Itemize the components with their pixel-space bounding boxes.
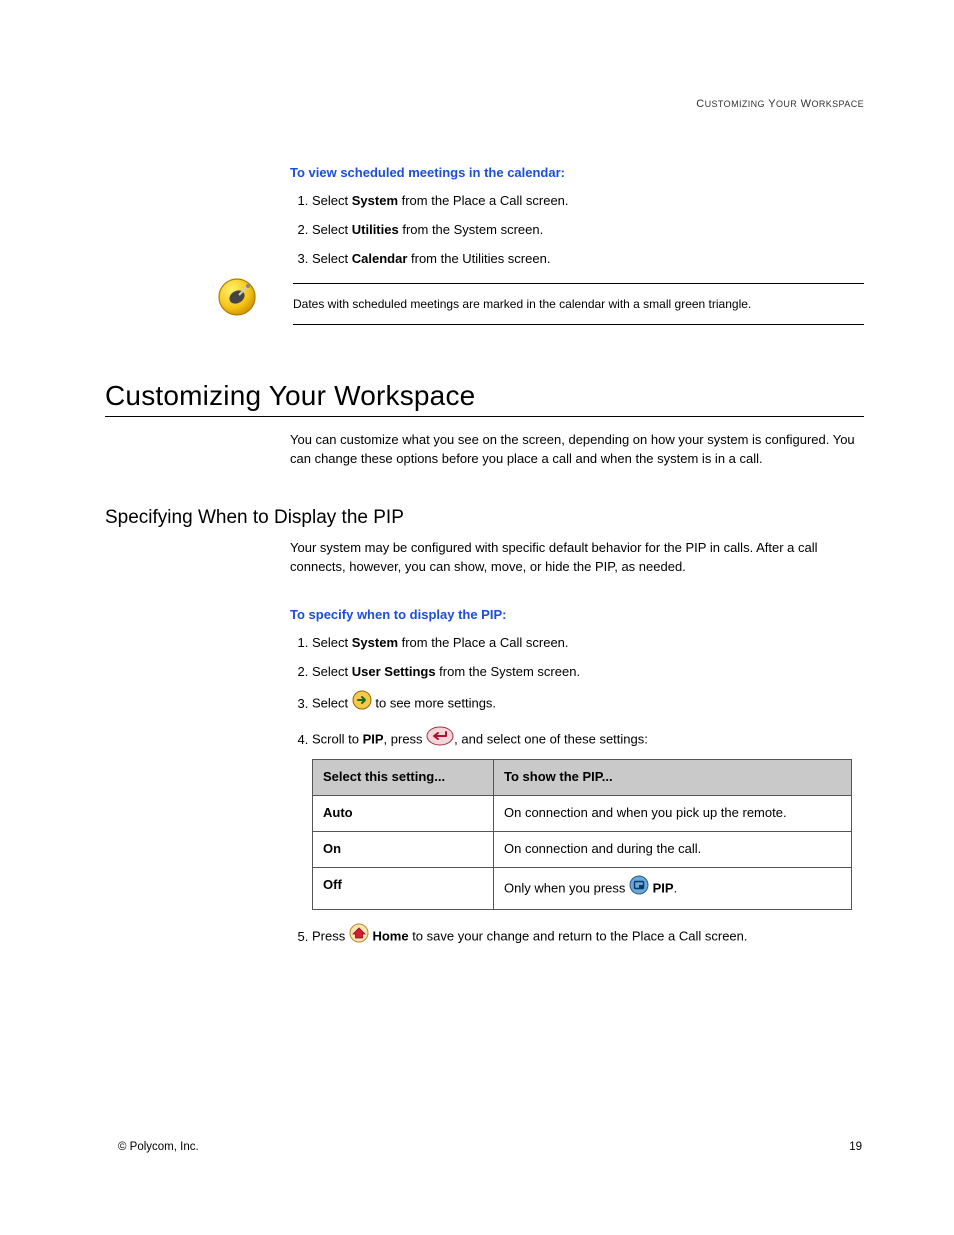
table-row: Auto On connection and when you pick up … (313, 795, 852, 831)
running-head-part3: ORKSPACE (811, 99, 864, 109)
running-head-part2: OUR (776, 99, 797, 109)
procedure-heading-calendar: To view scheduled meetings in the calend… (290, 165, 864, 180)
calendar-step-3: Select Calendar from the Utilities scree… (312, 250, 864, 269)
calendar-step-1: Select System from the Place a Call scre… (312, 192, 864, 211)
page-number: 19 (849, 1141, 862, 1153)
pushpin-icon (215, 275, 263, 324)
pip-step-3: Select to see more settings. (312, 691, 864, 717)
running-head-part1: USTOMIZING (705, 99, 765, 109)
pip-step-5: Press Home to save your change and retur… (312, 924, 864, 950)
pip-step-1: Select System from the Place a Call scre… (312, 634, 864, 653)
pip-settings-table: Select this setting... To show the PIP..… (312, 759, 852, 910)
calendar-step-2: Select Utilities from the System screen. (312, 221, 864, 240)
pip-step-2: Select User Settings from the System scr… (312, 663, 864, 682)
table-header-setting: Select this setting... (313, 760, 494, 796)
pip-button-icon (629, 875, 649, 901)
section-intro: You can customize what you see on the sc… (290, 431, 864, 469)
procedure-heading-pip: To specify when to display the PIP: (290, 607, 864, 622)
table-header-show: To show the PIP... (494, 760, 852, 796)
home-icon (349, 923, 369, 949)
pip-step-4: Scroll to PIP, press , and select one of… (312, 727, 864, 910)
enter-icon (426, 726, 454, 752)
section-heading: Customizing Your Workspace (105, 380, 864, 417)
footer-copyright: © Polycom, Inc. (118, 1141, 199, 1153)
pip-steps: Select System from the Place a Call scre… (290, 634, 864, 951)
arrow-right-icon (352, 690, 372, 716)
subsection-heading: Specifying When to Display the PIP (105, 507, 864, 529)
table-row: Off Only when you press PIP. (313, 867, 852, 910)
pip-intro: Your system may be configured with speci… (290, 539, 864, 577)
note-text: Dates with scheduled meetings are marked… (293, 283, 864, 326)
calendar-steps: Select System from the Place a Call scre… (290, 192, 864, 269)
table-row: On On connection and during the call. (313, 831, 852, 867)
